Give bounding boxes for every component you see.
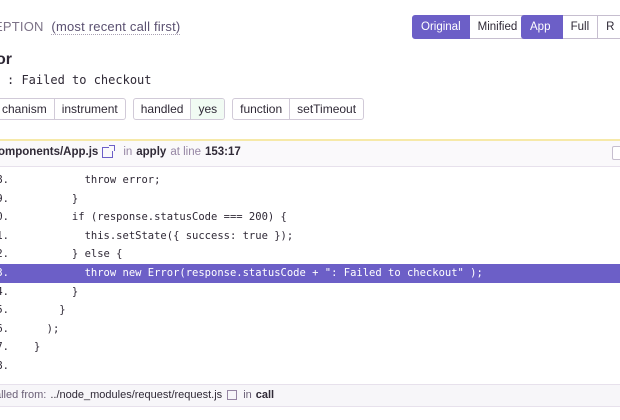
line-code: } bbox=[34, 304, 66, 317]
line-code: ); bbox=[34, 322, 60, 335]
code-line: 52. } else { bbox=[0, 245, 620, 264]
tag-key: chanism bbox=[0, 99, 55, 119]
frame-filename: omponents/App.js bbox=[0, 146, 99, 158]
line-number: 51. bbox=[0, 229, 9, 242]
line-number: 48. bbox=[0, 174, 9, 186]
called-from-label: alled from: bbox=[0, 389, 47, 401]
line-code: } else { bbox=[34, 248, 123, 261]
exception-message: : Failed to checkout bbox=[7, 73, 152, 87]
code-line: 48. throw error; bbox=[0, 171, 620, 190]
mechanism-tags: chanism instrument handled yes function … bbox=[0, 98, 365, 120]
original-button[interactable]: Original bbox=[412, 15, 470, 39]
tag-key: function bbox=[233, 99, 291, 119]
frame-in-label: in bbox=[123, 146, 133, 158]
line-number: 52. bbox=[0, 248, 9, 261]
line-code: throw error; bbox=[34, 174, 161, 186]
line-code: } bbox=[34, 192, 79, 205]
called-from-file: ../node_modules/request/request.js bbox=[50, 389, 223, 401]
minified-button[interactable]: Minified bbox=[469, 15, 527, 39]
external-link-icon[interactable] bbox=[102, 144, 116, 158]
stack-frame-header[interactable]: omponents/App.js in apply at line 153:17 bbox=[0, 139, 620, 167]
full-button[interactable]: Full bbox=[562, 15, 599, 39]
frame-line-col: 153:17 bbox=[205, 146, 241, 158]
code-line: 56. ); bbox=[0, 320, 620, 339]
tag-key: handled bbox=[134, 99, 192, 119]
line-number: 56. bbox=[0, 322, 9, 335]
line-code: } bbox=[34, 341, 41, 354]
line-number: 54. bbox=[0, 285, 9, 298]
collapse-toggle-icon[interactable] bbox=[612, 146, 620, 160]
section-title: eption (most recent call first) bbox=[0, 19, 181, 35]
tag-handled[interactable]: handled yes bbox=[132, 98, 226, 120]
line-number: 50. bbox=[0, 211, 9, 224]
exception-type: or bbox=[0, 51, 12, 68]
line-code: if (response.statusCode === 200) { bbox=[34, 211, 287, 224]
tag-value: instrument bbox=[61, 102, 118, 116]
line-code: throw new Error(response.statusCode + ":… bbox=[34, 266, 483, 279]
frame-function: apply bbox=[136, 146, 167, 158]
raw-button[interactable]: R bbox=[598, 15, 620, 39]
line-number: 58. bbox=[0, 359, 9, 372]
called-from-in-label: in bbox=[243, 389, 252, 401]
line-number: 49. bbox=[0, 192, 9, 205]
code-line-active: 53. throw new Error(response.statusCode … bbox=[0, 263, 620, 283]
app-only-button[interactable]: App Only bbox=[521, 15, 563, 55]
section-subtitle[interactable]: (most recent call first) bbox=[51, 19, 181, 35]
code-context: 48. throw error;49. }50. if (response.st… bbox=[0, 171, 620, 376]
code-line: 49. } bbox=[0, 190, 620, 209]
code-line: 55. } bbox=[0, 301, 620, 320]
external-link-icon[interactable] bbox=[227, 390, 238, 400]
code-line: 51. this.setState({ success: true }); bbox=[0, 227, 620, 246]
code-line: 57.} bbox=[0, 338, 620, 357]
line-code: this.setState({ success: true }); bbox=[34, 229, 294, 242]
scope-toggle: App Only Full R bbox=[521, 15, 620, 55]
view-toggle: Original Minified bbox=[412, 15, 527, 39]
line-number: 57. bbox=[0, 341, 9, 354]
line-number: 53. bbox=[0, 266, 9, 279]
frame-at-line-label: at line bbox=[170, 146, 201, 158]
line-code: } bbox=[34, 285, 79, 298]
code-line: 50. if (response.statusCode === 200) { bbox=[0, 208, 620, 227]
called-from-function: call bbox=[255, 389, 275, 401]
code-line: 54. } bbox=[0, 283, 620, 302]
called-from-row[interactable]: alled from: ../node_modules/request/requ… bbox=[0, 384, 620, 407]
tag-value: setTimeout bbox=[297, 102, 357, 116]
code-line: 58. bbox=[0, 357, 620, 376]
tag-value: yes bbox=[191, 99, 225, 119]
tag-mechanism[interactable]: chanism instrument bbox=[0, 98, 126, 120]
section-title-text: eption bbox=[0, 19, 44, 34]
tag-function[interactable]: function setTimeout bbox=[232, 98, 365, 120]
line-number: 55. bbox=[0, 304, 9, 317]
